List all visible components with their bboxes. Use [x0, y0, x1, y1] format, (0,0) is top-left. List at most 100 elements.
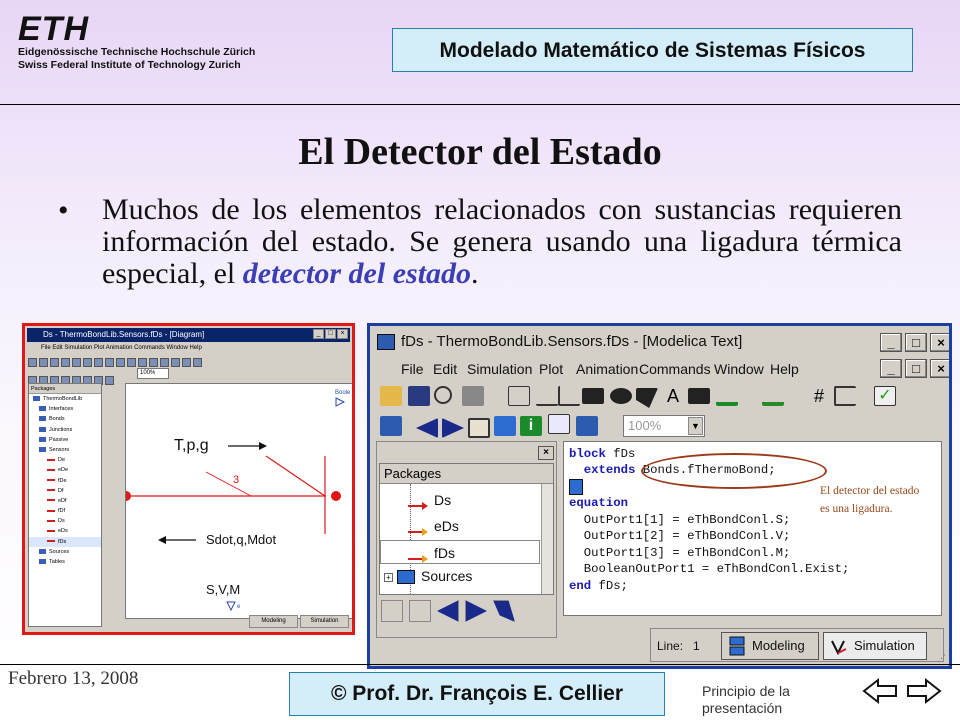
fill-color-icon[interactable] — [762, 386, 784, 406]
menu-animation[interactable]: Animation — [106, 345, 133, 351]
rect-icon[interactable] — [94, 358, 103, 367]
minimize-icon[interactable]: _ — [880, 333, 902, 352]
back-icon[interactable] — [437, 600, 459, 622]
diagram-tree-item[interactable]: Tables — [29, 557, 101, 567]
diagram-tree-item[interactable]: Ds — [29, 516, 101, 526]
diagram-tree-item[interactable]: ThermoBondLib — [29, 394, 101, 404]
tree-item-sources[interactable]: + Sources — [380, 564, 540, 588]
diagram-tree-item[interactable]: Bonds — [29, 414, 101, 424]
print-icon[interactable] — [61, 358, 70, 367]
pointer-icon[interactable] — [72, 358, 81, 367]
ellipse-icon[interactable] — [610, 388, 632, 404]
print-icon[interactable] — [462, 386, 484, 406]
close-icon[interactable]: × — [930, 333, 949, 352]
tree-view-icon[interactable] — [381, 600, 403, 622]
polygon-icon[interactable] — [116, 358, 125, 367]
pointer-help-icon[interactable] — [508, 386, 530, 406]
icon-layer-icon[interactable] — [468, 418, 490, 438]
component-view-icon[interactable] — [409, 600, 431, 622]
diagram-tree-item[interactable]: Sources — [29, 547, 101, 557]
resize-grip-icon[interactable]: ⋰ — [937, 653, 946, 664]
diagram-tree-item[interactable]: Interfaces — [29, 404, 101, 414]
fill-color-icon[interactable] — [160, 358, 169, 367]
menu-window[interactable]: Window — [714, 357, 764, 381]
menu-commands[interactable]: Commands — [134, 345, 165, 351]
forward-icon[interactable] — [442, 418, 464, 438]
diagram-tree-item[interactable]: fDf — [29, 506, 101, 516]
maximize-icon[interactable]: □ — [325, 329, 336, 339]
rectangle-icon[interactable] — [582, 388, 604, 404]
diagram-tree-item[interactable]: Junctions — [29, 425, 101, 435]
prev-arrow-icon[interactable] — [862, 677, 897, 705]
diagram-tree-item[interactable]: Passive — [29, 435, 101, 445]
menu-plot[interactable]: Plot — [94, 345, 104, 351]
menu-file[interactable]: File — [41, 345, 51, 351]
diagram-tree-item[interactable]: Sensors — [29, 445, 101, 455]
diagram-tab-simulation[interactable]: Simulation — [300, 615, 349, 628]
menu-window[interactable]: Window — [166, 345, 187, 351]
doc-close-icon[interactable]: × — [930, 359, 949, 378]
used-classes-icon[interactable] — [105, 376, 114, 385]
diagram-tree-item[interactable]: fDe — [29, 476, 101, 486]
used-classes-icon[interactable] — [576, 416, 598, 436]
doc-minimize-icon[interactable]: _ — [880, 359, 902, 378]
open-icon[interactable] — [28, 358, 37, 367]
menu-commands[interactable]: Commands — [639, 357, 711, 381]
search-icon[interactable] — [50, 358, 59, 367]
forward-icon[interactable] — [465, 600, 487, 622]
package-tree-scrollbar[interactable] — [541, 484, 553, 594]
grid-icon[interactable] — [171, 358, 180, 367]
save-icon[interactable] — [408, 386, 430, 406]
up-arrow-icon[interactable] — [493, 600, 515, 622]
minimize-icon[interactable]: _ — [313, 329, 324, 339]
modelica-zoom-select[interactable]: 100% ▼ — [623, 415, 705, 437]
bitmap-icon[interactable] — [688, 388, 710, 404]
search-icon[interactable] — [434, 386, 452, 404]
diagram-tree-item[interactable]: eDf — [29, 496, 101, 506]
curve-icon[interactable] — [558, 386, 580, 406]
diagram-tree-item[interactable]: eDe — [29, 465, 101, 475]
model-type-icon[interactable] — [380, 416, 402, 436]
connect-icon[interactable] — [182, 358, 191, 367]
text-tool-icon[interactable]: A — [662, 386, 684, 406]
polygon-icon[interactable] — [636, 388, 658, 408]
line-color-icon[interactable] — [716, 386, 738, 406]
save-icon[interactable] — [39, 358, 48, 367]
diagram-tree-item[interactable]: Df — [29, 486, 101, 496]
ellipse-icon[interactable] — [105, 358, 114, 367]
info-icon[interactable]: i — [520, 416, 542, 436]
menu-help[interactable]: Help — [189, 345, 201, 351]
connect-mode-icon[interactable] — [834, 386, 856, 406]
menu-edit[interactable]: Edit — [52, 345, 62, 351]
diagram-tree-item[interactable]: De — [29, 455, 101, 465]
bitmap-icon[interactable] — [138, 358, 147, 367]
text-layer-icon[interactable] — [548, 414, 570, 434]
line-icon[interactable] — [536, 386, 558, 406]
close-icon[interactable]: × — [337, 329, 348, 339]
restore-icon[interactable]: □ — [905, 333, 927, 352]
diagram-tree-item[interactable]: eDs — [29, 526, 101, 536]
grid-icon[interactable]: # — [808, 386, 830, 406]
expand-icon[interactable]: + — [384, 572, 393, 582]
line-icon[interactable] — [83, 358, 92, 367]
menu-edit[interactable]: Edit — [433, 357, 457, 381]
diagram-zoom-select[interactable]: 100% — [137, 368, 169, 379]
open-icon[interactable] — [380, 386, 402, 406]
check-icon[interactable]: ✓ — [874, 386, 896, 406]
menu-plot[interactable]: Plot — [539, 357, 563, 381]
menu-help[interactable]: Help — [770, 357, 799, 381]
diagram-canvas[interactable]: Boole 3 T,p,g Sdot,q,Mdot S,V,M e — [121, 383, 352, 619]
menu-simulation[interactable]: Simulation — [467, 357, 532, 381]
tree-item-ds[interactable]: Ds — [380, 488, 540, 512]
diagram-layer-icon[interactable] — [494, 416, 516, 436]
chevron-down-icon[interactable]: ▼ — [688, 417, 703, 435]
mode-button-modeling[interactable]: Modeling — [721, 632, 819, 660]
diagram-tree-item[interactable]: fDs — [29, 536, 101, 547]
check-icon[interactable] — [193, 358, 202, 367]
menu-file[interactable]: File — [401, 357, 424, 381]
menu-animation[interactable]: Animation — [576, 357, 638, 381]
package-panel-close-icon[interactable]: × — [538, 446, 554, 460]
pen-color-icon[interactable] — [149, 358, 158, 367]
tree-item-eds[interactable]: eDs — [380, 514, 540, 538]
menu-simulation[interactable]: Simulation — [64, 345, 92, 351]
